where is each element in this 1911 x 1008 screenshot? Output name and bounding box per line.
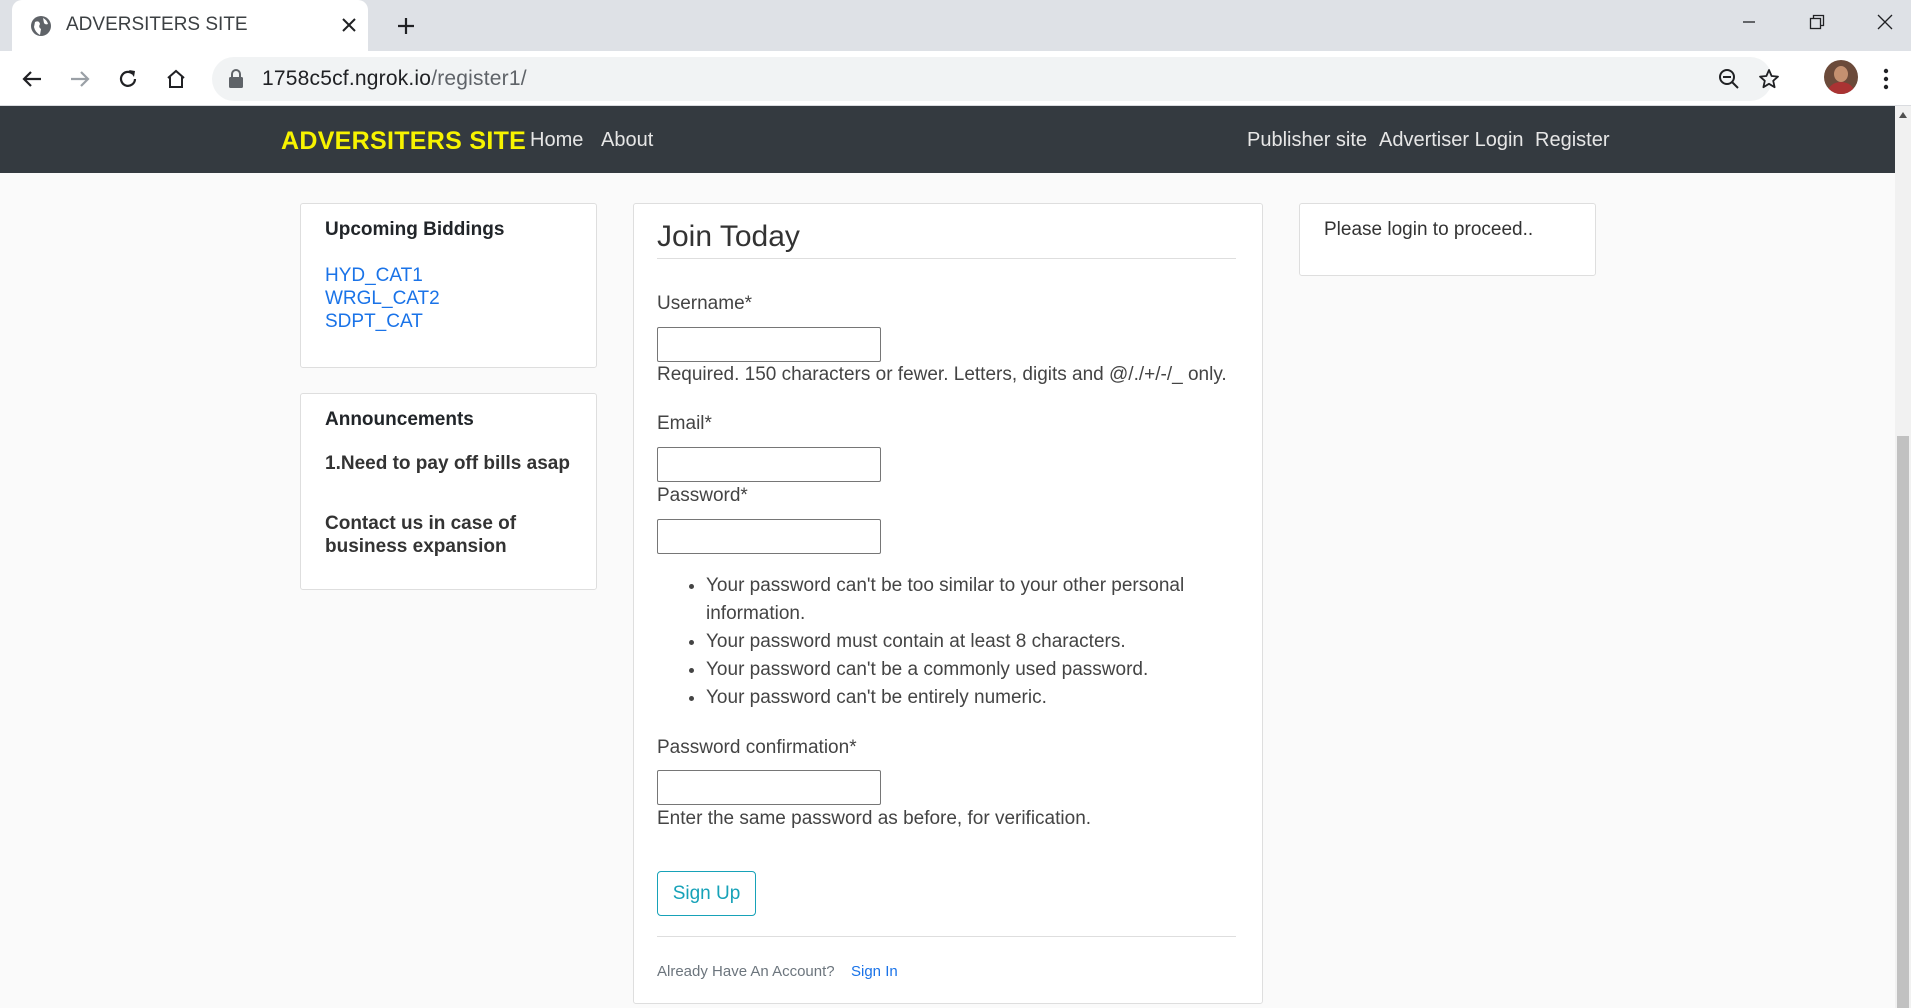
password-rule: Your password can't be entirely numeric. [706, 684, 1222, 712]
back-icon[interactable] [14, 61, 50, 97]
announcements-card: Announcements 1.Need to pay off bills as… [300, 393, 597, 590]
nav-publisher-site[interactable]: Publisher site [1247, 129, 1367, 152]
nav-register[interactable]: Register [1535, 129, 1609, 152]
password-label: Password* [657, 485, 748, 506]
account-prompt: Already Have An Account? [657, 963, 835, 980]
nav-advertiser-login[interactable]: Advertiser Login [1379, 129, 1524, 152]
password-confirm-label: Password confirmation* [657, 737, 857, 758]
sign-in-link[interactable]: Sign In [851, 963, 898, 980]
username-input[interactable] [657, 327, 881, 362]
tab-strip: ADVERSITERS SITE [0, 0, 1911, 51]
close-icon[interactable] [334, 10, 364, 40]
site-brand[interactable]: ADVERSITERS SITE [281, 127, 526, 156]
plus-icon[interactable] [388, 8, 424, 44]
username-label: Username* [657, 293, 753, 314]
nav-about[interactable]: About [601, 129, 653, 152]
announcements-title: Announcements [325, 409, 474, 430]
form-title: Join Today [657, 220, 800, 253]
browser-toolbar: 1758c5cf.ngrok.io/register1/ [0, 51, 1911, 106]
divider [657, 258, 1236, 259]
restore-icon[interactable] [1781, 0, 1853, 44]
username-help: Required. 150 characters or fewer. Lette… [657, 364, 1227, 385]
password-rules-list: Your password can't be too similar to yo… [682, 572, 1222, 712]
globe-icon [30, 15, 52, 37]
tab-title: ADVERSITERS SITE [66, 14, 248, 35]
password-confirm-input[interactable] [657, 770, 881, 805]
star-icon[interactable] [1752, 63, 1786, 95]
nav-home[interactable]: Home [530, 129, 583, 152]
address-bar[interactable]: 1758c5cf.ngrok.io/register1/ [212, 57, 1779, 101]
site-navbar: ADVERSITERS SITE Home About Publisher si… [0, 106, 1895, 173]
page-scrollbar[interactable] [1895, 106, 1911, 1008]
page-viewport: ADVERSITERS SITE Home About Publisher si… [0, 106, 1895, 1008]
upcoming-biddings-card: Upcoming Biddings HYD_CAT1 WRGL_CAT2 SDP… [300, 203, 597, 368]
sign-up-button[interactable]: Sign Up [657, 871, 756, 916]
url-text[interactable]: 1758c5cf.ngrok.io/register1/ [262, 67, 527, 91]
window-close-icon[interactable] [1849, 0, 1911, 44]
password-rule: Your password can't be too similar to yo… [706, 572, 1222, 628]
scroll-up-arrow-icon[interactable] [1899, 112, 1907, 118]
password-rule: Your password can't be a commonly used p… [706, 656, 1222, 684]
home-icon[interactable] [158, 61, 194, 97]
reload-icon[interactable] [110, 61, 146, 97]
biddings-title: Upcoming Biddings [325, 219, 505, 240]
login-notice-card: Please login to proceed.. [1299, 203, 1596, 276]
menu-dots-icon[interactable] [1868, 61, 1904, 97]
announcement-item: 1.Need to pay off bills asap [325, 453, 570, 474]
login-notice: Please login to proceed.. [1324, 219, 1534, 240]
lock-icon[interactable] [228, 69, 244, 94]
browser-tab[interactable]: ADVERSITERS SITE [12, 0, 368, 51]
password-rule: Your password must contain at least 8 ch… [706, 628, 1222, 656]
email-input[interactable] [657, 447, 881, 482]
profile-avatar[interactable] [1824, 60, 1858, 94]
forward-icon[interactable] [62, 61, 98, 97]
password-confirm-help: Enter the same password as before, for v… [657, 808, 1092, 829]
scrollbar-thumb[interactable] [1897, 436, 1909, 1008]
bidding-link[interactable]: HYD_CAT1 [325, 265, 423, 287]
divider [657, 936, 1236, 937]
announcement-item: Contact us in case of business expansion [325, 513, 517, 557]
password-input[interactable] [657, 519, 881, 554]
email-label: Email* [657, 413, 712, 434]
bidding-link[interactable]: WRGL_CAT2 [325, 288, 440, 310]
zoom-icon[interactable] [1712, 63, 1746, 95]
minimize-icon[interactable] [1713, 0, 1785, 44]
bidding-link[interactable]: SDPT_CAT [325, 311, 423, 333]
